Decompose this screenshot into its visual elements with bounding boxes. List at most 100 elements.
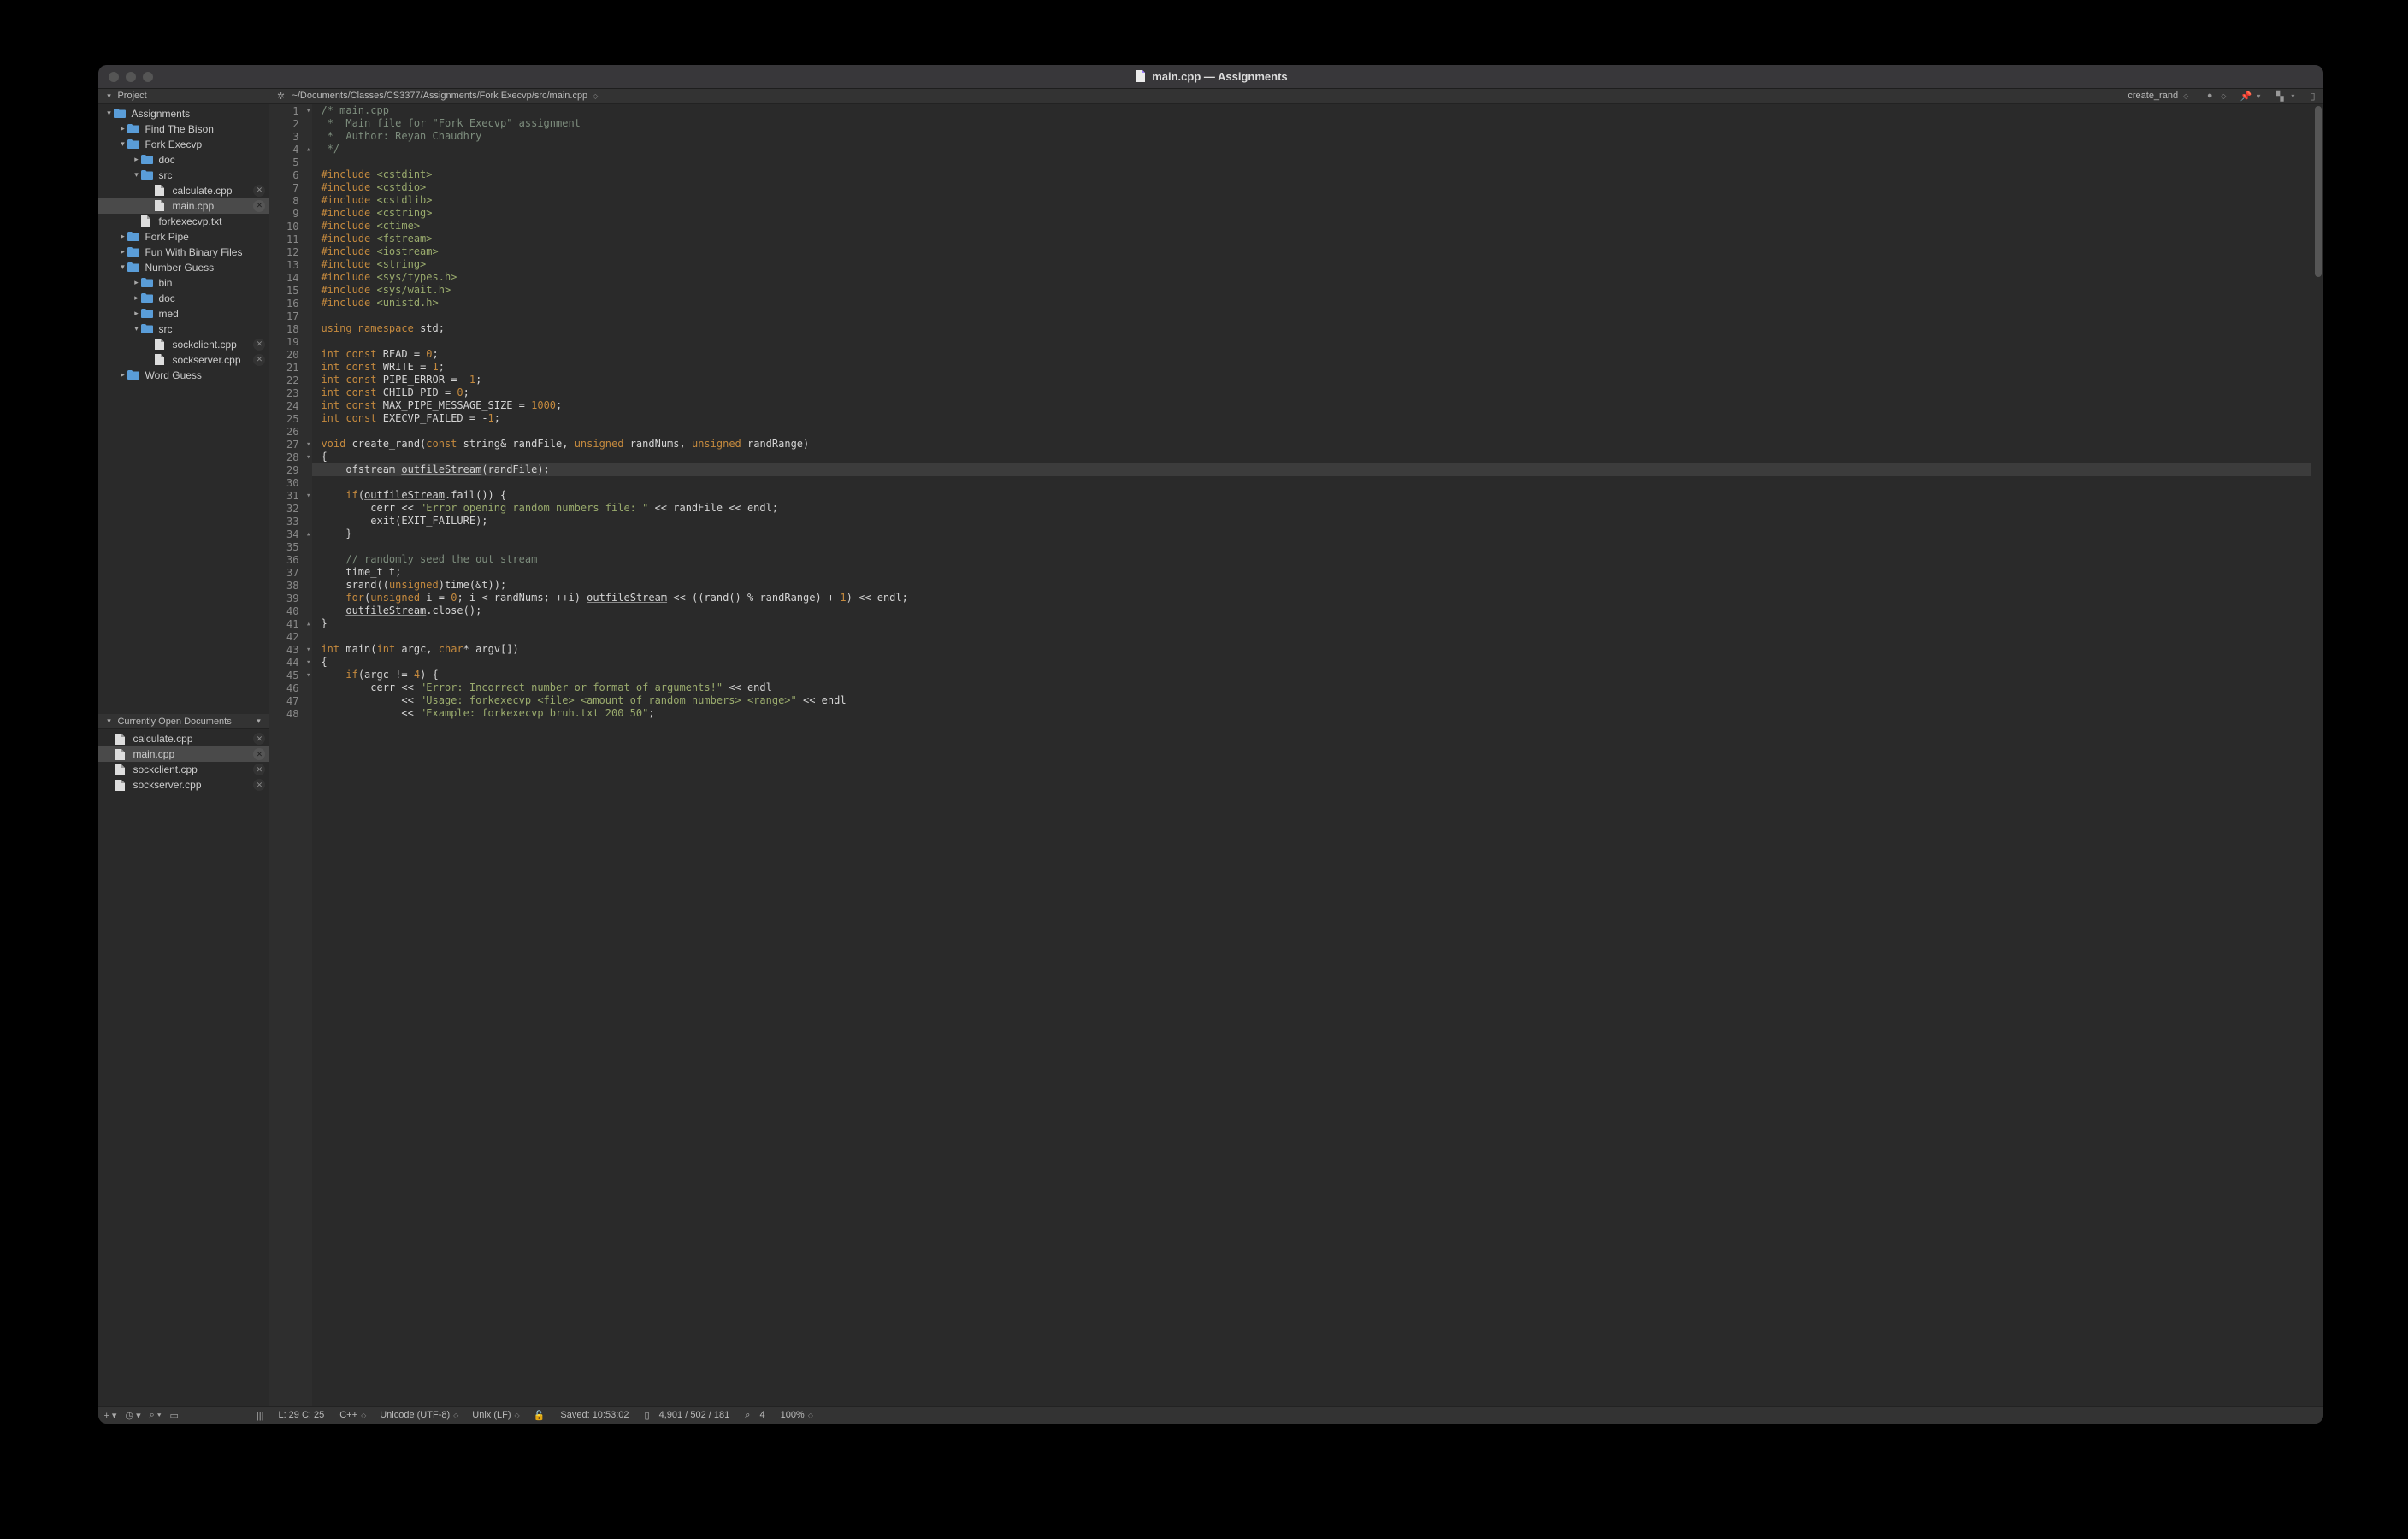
close-icon[interactable]: ✕ [253,748,265,760]
gear-icon[interactable]: ✲ [274,91,286,102]
open-doc-item[interactable]: main.cpp✕ [98,746,269,762]
close-icon[interactable]: ✕ [253,354,265,366]
tree-folder[interactable]: ▾Number Guess [98,260,269,275]
tree-folder[interactable]: ▾src [98,321,269,337]
tree-file[interactable]: sockclient.cpp✕ [98,337,269,352]
open-docs-header[interactable]: ▾ Currently Open Documents ▾ [98,714,269,729]
zoom-level[interactable]: 100%◇ [781,1410,812,1420]
tree-file[interactable]: sockserver.cpp ✕ [98,352,269,368]
line-gutter[interactable]: 1234567891011121314151617181920212223242… [269,104,312,1406]
open-docs-list[interactable]: calculate.cpp✕main.cpp✕sockclient.cpp✕so… [98,729,269,798]
close-icon[interactable]: ✕ [253,339,265,351]
search-count[interactable]: ⌕ 4 [745,1410,764,1421]
close-icon[interactable]: ✕ [253,200,265,212]
document-icon: ▯ [645,1410,650,1421]
tree-item-label: forkexecvp.txt [158,215,221,227]
open-doc-item[interactable]: sockserver.cpp✕ [98,777,269,793]
symbol-selector[interactable]: create_rand [2128,91,2178,101]
window-title: main.cpp — Assignments [1152,70,1287,83]
open-doc-item[interactable]: sockclient.cpp✕ [98,762,269,777]
editor[interactable]: 1234567891011121314151617181920212223242… [269,104,2323,1406]
tree-folder[interactable]: ▸doc [98,291,269,306]
tree-folder[interactable]: ▸Find The Bison [98,121,269,137]
tree-item-label: Fork Execvp [145,139,202,150]
minimize-window-button[interactable] [126,72,136,82]
chevron-icon: ▸ [117,232,127,241]
scrollbar-thumb[interactable] [2315,106,2322,277]
open-doc-item[interactable]: calculate.cpp ✕ [98,731,269,746]
symbol-stepper-icon[interactable]: ◇ [2183,92,2187,100]
saved-status: Saved: 10:53:02 [560,1410,629,1420]
close-window-button[interactable] [109,72,119,82]
file-icon [115,779,129,791]
dot-icon[interactable]: ● [2204,91,2216,101]
collapse-icon[interactable]: ||| [257,1411,264,1421]
copy-icon[interactable]: ▚ [2274,91,2286,102]
tree-folder[interactable]: ▸Fork Pipe [98,229,269,245]
tree-item-label: main.cpp [172,200,214,212]
pin-icon[interactable]: 📌 [2240,91,2252,102]
project-panel-header[interactable]: ▾ Project [98,89,269,104]
close-icon[interactable]: ✕ [253,733,265,745]
tree-item-label: doc [158,154,174,166]
folder-icon [127,231,141,243]
tree-item-label: doc [158,292,174,304]
line-ending-selector[interactable]: Unix (LF)◇ [472,1410,517,1420]
close-icon[interactable]: ✕ [253,764,265,775]
project-tree[interactable]: ▾Assignments▸Find The Bison ▾ Fork Execvp ▸… [98,104,269,715]
file-icon [155,185,168,197]
path-stepper-icon[interactable]: ◇ [593,92,596,100]
file-icon [141,215,155,227]
sidebar-footer: + ▾ ◷ ▾ ⌕ ▾ ▭ ||| [98,1406,269,1424]
folder-icon [127,369,141,381]
tree-folder[interactable]: ▸med [98,306,269,321]
recent-button[interactable]: ◷ ▾ [125,1410,140,1421]
folder-icon [114,108,127,120]
cursor-position[interactable]: L: 29 C: 25 [278,1410,324,1420]
open-doc-label: calculate.cpp [133,733,192,745]
tree-item-label: Fun With Binary Files [145,246,242,258]
sidebar: ▾ Project ▾Assignments▸Find The Bison ▾ Fo… [98,89,269,1424]
tree-item-label: src [158,169,172,181]
tree-folder[interactable]: ▸Fun With Binary Files [98,245,269,260]
traffic-lights [109,72,153,82]
file-path[interactable]: ~/Documents/Classes/CS3377/Assignments/F… [292,91,587,101]
chevron-down-icon[interactable]: ▾ [253,716,263,726]
tree-item-label: sockserver.cpp [172,354,240,366]
tree-item-label: Number Guess [145,262,214,274]
new-doc-icon[interactable]: ▯ [2306,91,2318,102]
vertical-scrollbar[interactable] [2311,104,2323,1406]
folder-icon [141,308,155,320]
filter-button[interactable]: ⌕ ▾ [150,1410,162,1421]
chevron-icon: ▾ [131,170,141,180]
tree-folder[interactable]: ▸bin [98,275,269,291]
tree-file[interactable]: forkexecvp.txt [98,214,269,229]
focus-button[interactable]: ▭ [170,1410,179,1421]
close-icon[interactable]: ✕ [253,185,265,197]
close-icon[interactable]: ✕ [253,779,265,791]
lock-icon[interactable]: 🔓 [534,1410,546,1421]
doc-stats[interactable]: ▯ 4,901 / 502 / 181 [645,1410,730,1421]
tree-folder[interactable]: ▸Word Guess [98,368,269,383]
encoding-selector[interactable]: Unicode (UTF-8)◇ [380,1410,457,1420]
file-icon [115,764,129,775]
folder-icon [141,277,155,289]
editor-area: ✲ ~/Documents/Classes/CS3377/Assignments… [269,89,2323,1424]
pathbar[interactable]: ✲ ~/Documents/Classes/CS3377/Assignments… [269,89,2323,104]
chevron-icon: ▾ [117,139,127,149]
file-icon [155,354,168,366]
chevron-down-icon: ▾ [103,91,114,101]
tree-folder[interactable]: ▾Assignments [98,106,269,121]
zoom-window-button[interactable] [143,72,153,82]
tree-file[interactable]: main.cpp ✕ [98,198,269,214]
language-selector[interactable]: C++◇ [339,1410,364,1420]
tree-folder[interactable]: ▸doc [98,152,269,168]
chevron-icon: ▾ [131,324,141,333]
statusbar: L: 29 C: 25 C++◇ Unicode (UTF-8)◇ Unix (… [269,1406,2323,1424]
tree-file[interactable]: calculate.cpp✕ [98,183,269,198]
tree-folder[interactable]: ▾ Fork Execvp [98,137,269,152]
code-area[interactable]: /* main.cpp * Main file for "Fork Execvp… [312,104,2311,1406]
file-icon [155,339,168,351]
add-button[interactable]: + ▾ [103,1410,116,1421]
tree-folder[interactable]: ▾ src [98,168,269,183]
